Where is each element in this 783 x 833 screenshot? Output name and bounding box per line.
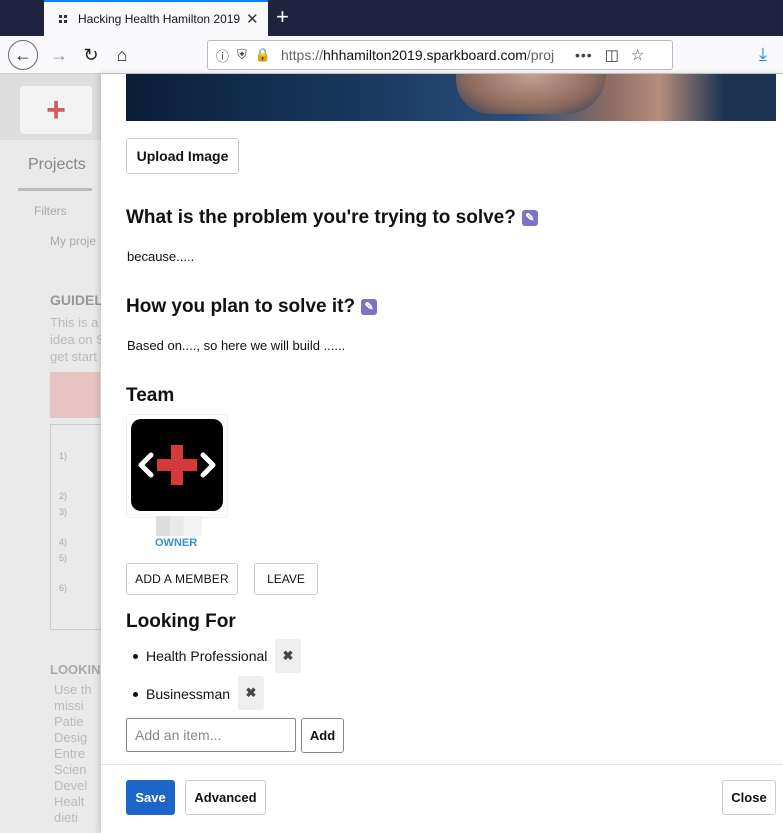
- hacking-health-logo-icon: [138, 445, 216, 485]
- advanced-button[interactable]: Advanced: [185, 780, 266, 815]
- guidelines-heading: GUIDEL: [50, 292, 103, 308]
- looking-for-item-label: Businessman: [146, 686, 231, 702]
- forward-arrow-icon[interactable]: →: [44, 40, 74, 70]
- list-item: Scien: [54, 762, 87, 777]
- bookmark-star-icon[interactable]: ☆: [631, 46, 644, 64]
- pencil-icon[interactable]: ✎: [361, 298, 378, 315]
- list-number: 5): [59, 553, 68, 563]
- my-projects-label: My proje: [50, 234, 97, 248]
- avatar: [131, 419, 223, 511]
- browser-toolbar: ← → ↻ ⌂ ⓘ ⛨ 🔒 https://hhhamilton2019.spa…: [0, 36, 783, 74]
- list-number: 1): [59, 451, 68, 461]
- reload-icon[interactable]: ↻: [76, 40, 106, 70]
- close-button[interactable]: Close: [722, 780, 776, 815]
- solution-text: Based on...., so here we will build ....…: [127, 338, 346, 353]
- tab-underline: [18, 188, 92, 191]
- lock-icon[interactable]: 🔒: [255, 47, 271, 63]
- bullet-icon: [133, 691, 138, 697]
- list-number: 2): [59, 491, 68, 501]
- list-item: dieti: [54, 810, 78, 825]
- url-text[interactable]: https://hhhamilton2019.sparkboard.com/pr…: [281, 47, 563, 63]
- list-number: 6): [59, 583, 68, 593]
- close-tab-icon[interactable]: ✕: [246, 10, 259, 28]
- info-icon[interactable]: ⓘ: [216, 46, 229, 65]
- browser-tab[interactable]: Hacking Health Hamilton 2019 ✕: [44, 0, 268, 36]
- home-icon[interactable]: ⌂: [107, 40, 137, 70]
- download-icon[interactable]: ⤓: [759, 44, 767, 65]
- project-cover-image: [126, 74, 776, 121]
- background-banner: [50, 372, 100, 418]
- projects-tab: Projects: [28, 156, 86, 173]
- cover-photo-detail: [456, 74, 606, 114]
- add-item-button[interactable]: Add: [301, 718, 344, 753]
- filters-label: Filters: [34, 204, 67, 218]
- looking-for-item-label: Health Professional: [146, 648, 268, 664]
- list-number: 3): [59, 507, 68, 517]
- shield-icon[interactable]: ⛨: [237, 47, 247, 63]
- list-item: Desig: [54, 730, 88, 745]
- owner-label: OWNER: [155, 537, 198, 549]
- looking-for-heading-bg: LOOKIN: [50, 662, 101, 677]
- tab-title: Hacking Health Hamilton 2019: [78, 12, 240, 26]
- list-item: missi: [54, 698, 84, 713]
- address-bar[interactable]: ⓘ ⛨ 🔒 https://hhhamilton2019.sparkboard.…: [207, 40, 673, 70]
- problem-text: because.....: [127, 249, 195, 264]
- pocket-icon[interactable]: ◫: [605, 46, 619, 64]
- upload-image-button[interactable]: Upload Image: [126, 138, 239, 174]
- problem-heading-text: What is the problem you're trying to sol…: [126, 207, 516, 228]
- remove-item-icon[interactable]: ✖: [238, 676, 264, 710]
- problem-heading: What is the problem you're trying to sol…: [126, 207, 538, 229]
- leave-team-button[interactable]: LEAVE: [254, 563, 318, 595]
- solution-heading: How you plan to solve it? ✎: [126, 296, 378, 318]
- looking-for-heading: Looking For: [126, 611, 236, 632]
- team-member-card[interactable]: [126, 414, 228, 518]
- solution-heading-text: How you plan to solve it?: [126, 296, 356, 317]
- page-actions-icon[interactable]: •••: [575, 47, 593, 63]
- list-item: Health Professional: [133, 648, 267, 664]
- bullet-icon: [133, 653, 138, 659]
- site-favicon-icon: [56, 12, 70, 26]
- team-heading: Team: [126, 385, 175, 406]
- list-item: Businessman: [133, 686, 230, 702]
- new-tab-button[interactable]: +: [276, 4, 289, 30]
- list-item: Patie: [54, 714, 84, 729]
- add-item-input[interactable]: [126, 718, 296, 752]
- remove-item-icon[interactable]: ✖: [275, 639, 301, 673]
- site-logo-icon: +: [20, 86, 92, 134]
- list-item: Use th: [54, 682, 92, 697]
- pencil-icon[interactable]: ✎: [521, 209, 538, 226]
- looking-for-list-bg: Use th missi Patie Desig Entre Scien Dev…: [54, 682, 92, 826]
- browser-tab-bar: Hacking Health Hamilton 2019 ✕ +: [0, 0, 783, 36]
- member-name-redacted: [156, 516, 202, 536]
- list-item: Devel: [54, 778, 88, 793]
- list-item: Healt: [54, 794, 85, 809]
- guidelines-text: This is a idea on S get start: [50, 315, 105, 364]
- back-arrow-icon[interactable]: ←: [8, 40, 38, 70]
- project-editor-modal: Upload Image What is the problem you're …: [101, 74, 783, 833]
- list-item: Entre: [54, 746, 86, 761]
- footer-divider: [101, 764, 783, 765]
- add-member-button[interactable]: ADD A MEMBER: [126, 563, 238, 595]
- list-number: 4): [59, 537, 68, 547]
- save-button[interactable]: Save: [126, 780, 175, 815]
